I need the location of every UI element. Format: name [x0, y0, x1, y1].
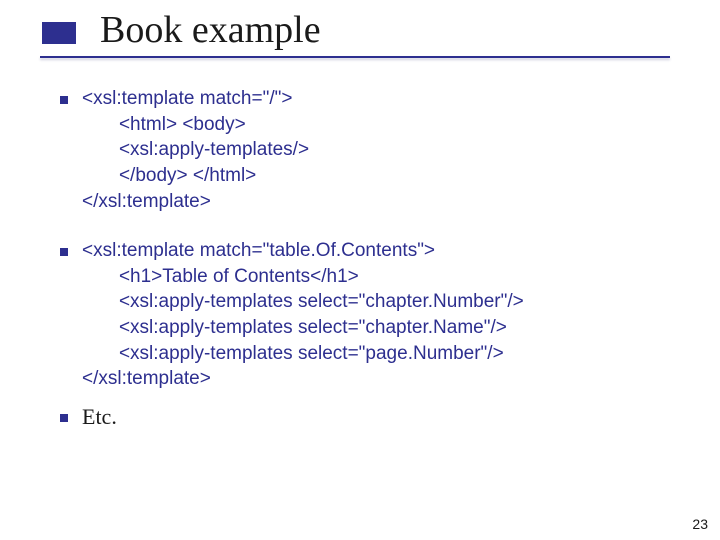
code-block-1: <xsl:template match="/"> <html> <body> <… [82, 86, 309, 214]
list-item: Etc. [60, 404, 680, 430]
bullet-icon [60, 96, 68, 104]
code-block-2: <xsl:template match="table.Of.Contents">… [82, 238, 524, 392]
list-item: <xsl:template match="/"> <html> <body> <… [60, 86, 680, 214]
accent-block [42, 22, 76, 44]
content-area: <xsl:template match="/"> <html> <body> <… [0, 58, 720, 430]
title-bar: Book example [0, 0, 720, 56]
list-item: <xsl:template match="table.Of.Contents">… [60, 238, 680, 392]
bullet-icon [60, 248, 68, 256]
slide-title: Book example [100, 8, 720, 52]
etc-text: Etc. [82, 404, 117, 430]
bullet-icon [60, 414, 68, 422]
page-number: 23 [692, 516, 708, 532]
